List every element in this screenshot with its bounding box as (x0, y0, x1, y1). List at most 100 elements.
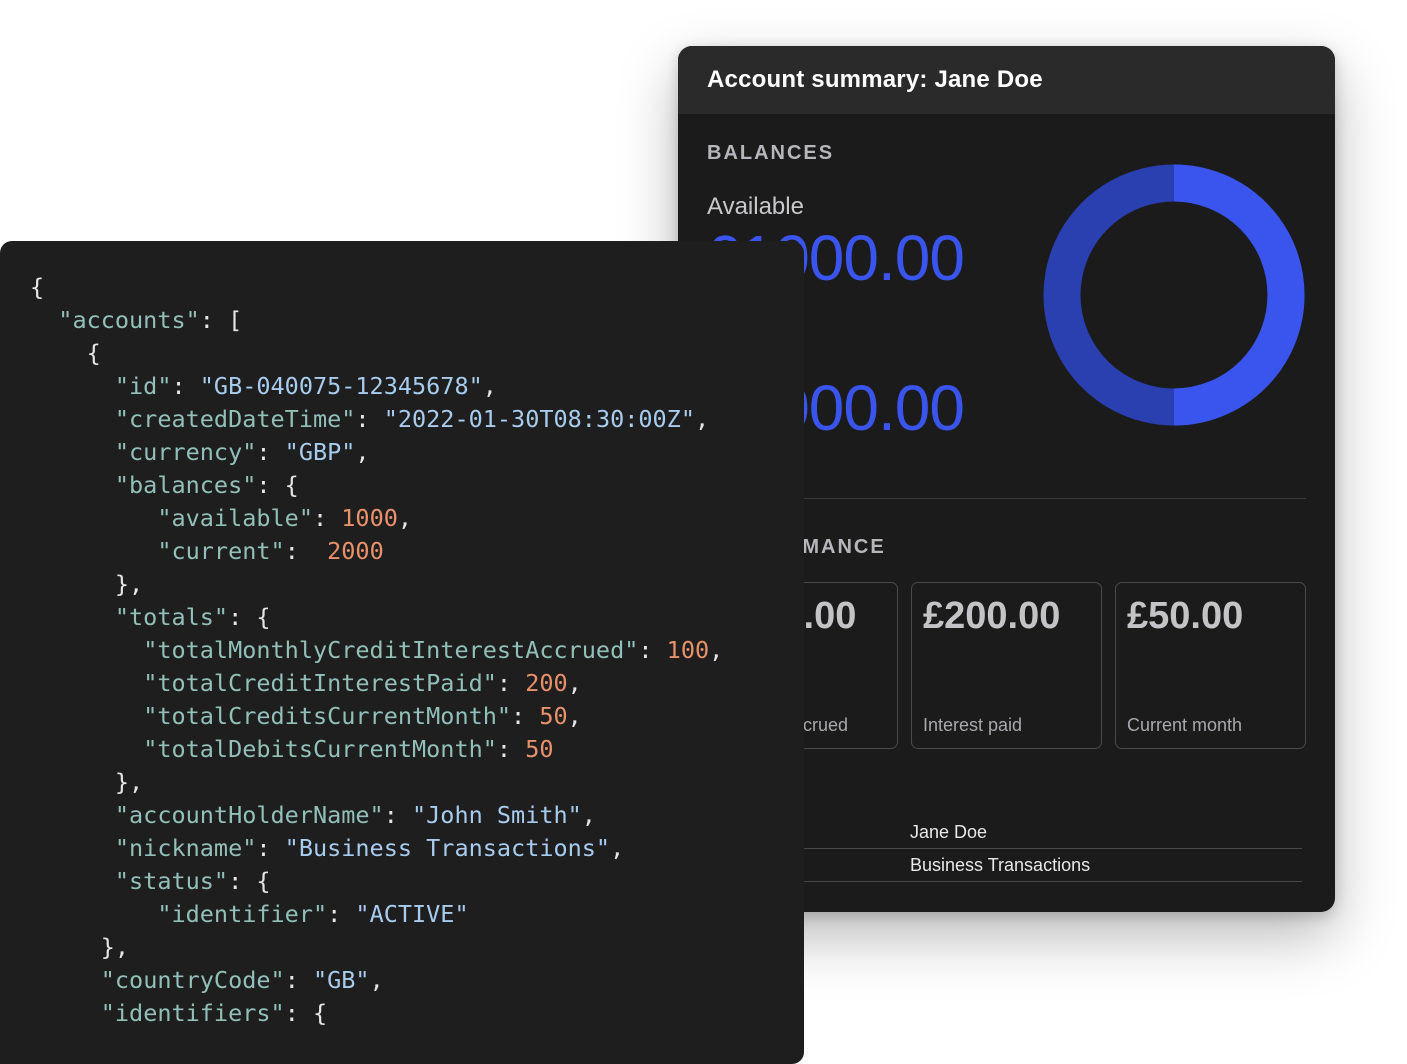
code-token: : [ (199, 306, 243, 334)
card-amount: £200.00 (923, 595, 1061, 637)
code-token: "GB" (312, 966, 370, 994)
code-token: : (496, 735, 526, 763)
code-token: : (355, 405, 384, 433)
code-token: , (482, 372, 497, 400)
code-token: "currency" (114, 438, 257, 466)
panel-header: Account summary: Jane Doe (678, 46, 1335, 114)
available-label: Available (707, 193, 804, 220)
code-token: "GB-040075-12345678" (199, 372, 483, 400)
code-token: , (397, 504, 413, 532)
code-token: "accounts" (58, 306, 200, 334)
code-token: , (567, 669, 582, 697)
code-token: "2022-01-30T08:30:00Z" (383, 405, 695, 433)
balances-heading: BALANCES (707, 142, 835, 164)
code-line: "totals": { (30, 601, 723, 634)
code-token: "identifier" (157, 900, 328, 928)
code-token: , (581, 801, 596, 829)
code-token: "identifiers" (100, 999, 285, 1027)
code-token: "current" (157, 537, 285, 565)
code-token: : (327, 900, 356, 928)
code-token: "GBP" (284, 438, 356, 466)
code-token: "countryCode" (100, 966, 285, 994)
code-token: "balances" (114, 471, 257, 499)
code-token: "totals" (114, 603, 229, 631)
code-token: : { (228, 603, 271, 631)
code-line: "identifier": "ACTIVE" (30, 898, 723, 931)
code-token: : { (284, 999, 328, 1027)
code-token: : (312, 504, 342, 532)
detail-value: Jane Doe (910, 822, 988, 842)
card-amount: £50.00 (1127, 595, 1244, 637)
code-line: "status": { (30, 865, 723, 898)
code-line: "currency": "GBP", (30, 436, 723, 469)
code-token: "id" (114, 372, 172, 400)
code-token: }, (30, 570, 144, 598)
code-line: "createdDateTime": "2022-01-30T08:30:00Z… (30, 403, 723, 436)
card-label: Current month (1127, 715, 1243, 735)
code-line: }, (30, 931, 723, 964)
code-token: , (567, 702, 582, 730)
code-token: }, (30, 933, 130, 961)
code-token: 50 (525, 735, 554, 763)
code-token: , (610, 834, 625, 862)
code-token: : { (228, 867, 271, 895)
code-token: : (256, 438, 285, 466)
json-code-block: { "accounts": [ { "id": "GB-040075-12345… (30, 271, 723, 1030)
code-line: "totalCreditsCurrentMonth": 50, (30, 700, 723, 733)
code-line: }, (30, 568, 723, 601)
code-token: "createdDateTime" (114, 405, 356, 433)
code-token: : (284, 966, 313, 994)
code-line: "available": 1000, (30, 502, 723, 535)
json-code-panel: { "accounts": [ { "id": "GB-040075-12345… (0, 241, 804, 1064)
interest-paid-card: £200.00 Interest paid (911, 582, 1102, 749)
code-line: "totalMonthlyCreditInterestAccrued": 100… (30, 634, 723, 667)
code-token: , (709, 636, 724, 664)
code-token: "totalCreditInterestPaid" (143, 669, 497, 697)
code-token: 50 (539, 702, 568, 730)
code-line: "balances": { (30, 469, 723, 502)
current-month-card: £50.00 Current month (1115, 582, 1306, 749)
code-token: : (171, 372, 200, 400)
code-token: "totalCreditsCurrentMonth" (143, 702, 512, 730)
code-token: : (383, 801, 413, 829)
code-token: "nickname" (114, 834, 257, 862)
code-token: "ACTIVE" (355, 900, 469, 928)
code-token: "accountHolderName" (114, 801, 384, 829)
code-line: "id": "GB-040075-12345678", (30, 370, 723, 403)
code-line: "totalDebitsCurrentMonth": 50 (30, 733, 723, 766)
code-token: "available" (157, 504, 313, 532)
code-token: "Business Transactions" (284, 834, 611, 862)
code-line: "current": 2000 (30, 535, 723, 568)
code-token: 100 (666, 636, 710, 664)
code-token: : (284, 537, 328, 565)
code-line: "countryCode": "GB", (30, 964, 723, 997)
code-line: "totalCreditInterestPaid": 200, (30, 667, 723, 700)
code-token: , (369, 966, 384, 994)
code-token: 200 (525, 669, 568, 697)
code-token: , (694, 405, 710, 433)
detail-value: Business Transactions (910, 855, 1091, 875)
code-token: : { (256, 471, 299, 499)
code-line: "nickname": "Business Transactions", (30, 832, 723, 865)
panel-title: Account summary: Jane Doe (707, 66, 1043, 93)
code-line: }, (30, 766, 723, 799)
code-token: : (638, 636, 667, 664)
code-token: { (30, 273, 45, 301)
code-token: }, (30, 768, 144, 796)
code-token: 1000 (341, 504, 398, 532)
code-line: "accounts": [ (30, 304, 723, 337)
